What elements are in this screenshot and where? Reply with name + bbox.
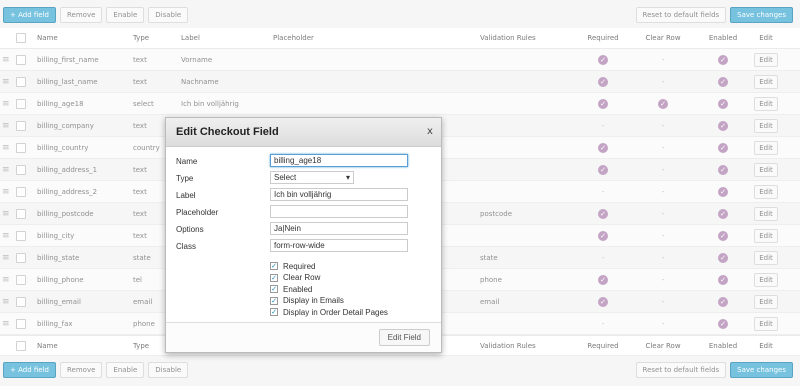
checkbox[interactable]: ✓ [270, 285, 278, 293]
label-input[interactable]: Ich bin volljährig [270, 188, 408, 201]
checkbox[interactable]: ✓ [270, 262, 278, 270]
label-label: Label [176, 191, 196, 200]
type-label: Type [176, 174, 194, 183]
class-label: Class [176, 242, 197, 251]
options-label: Options [176, 225, 204, 234]
checkbox-label: Clear Row [283, 273, 321, 282]
caret-down-icon: ▾ [345, 173, 350, 182]
name-label: Name [176, 157, 198, 166]
name-input[interactable]: billing_age18 [270, 154, 408, 167]
modal-checkbox-option[interactable]: ✓ Required [270, 261, 315, 271]
modal-checkbox-option[interactable]: ✓ Enabled [270, 284, 312, 294]
modal-checkbox-option[interactable]: ✓ Clear Row [270, 273, 320, 283]
modal-title: Edit Checkout Field [166, 118, 441, 147]
edit-field-button[interactable]: Edit Field [378, 329, 430, 346]
modal-checkbox-option[interactable]: ✓ Display in Emails [270, 296, 344, 306]
options-input[interactable]: Ja|Nein [270, 222, 408, 235]
modal-footer: Edit Field [166, 322, 441, 352]
checkbox[interactable]: ✓ [270, 273, 278, 282]
type-select-value: Select [274, 173, 297, 182]
checkbox-label: Enabled [283, 284, 313, 294]
checkbox-label: Required [283, 261, 316, 271]
checkbox-label: Display in Order Detail Pages [283, 307, 388, 317]
checkbox[interactable]: ✓ [270, 296, 278, 305]
type-select[interactable]: Select ▾ [270, 171, 354, 184]
class-input[interactable]: form-row-wide [270, 239, 408, 252]
checkbox-label: Display in Emails [283, 296, 344, 305]
checkbox[interactable]: ✓ [270, 308, 278, 316]
close-icon[interactable]: x [425, 127, 435, 137]
placeholder-label: Placeholder [176, 208, 219, 217]
edit-field-modal: Edit Checkout Field x Name billing_age18… [165, 117, 442, 353]
modal-checkbox-option[interactable]: ✓ Display in Order Detail Pages [270, 307, 388, 317]
placeholder-input[interactable] [270, 205, 408, 218]
